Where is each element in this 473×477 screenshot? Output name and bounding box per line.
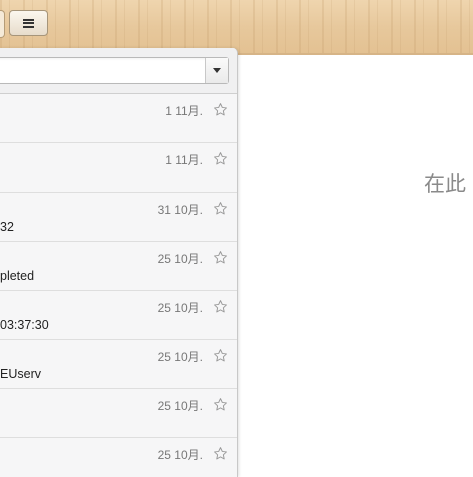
message-list-item[interactable]: 25 10月. EUserv [0,340,237,389]
star-icon[interactable] [213,151,228,166]
message-date: 1 11月. [165,153,203,167]
message-date: 1 11月. [165,104,203,118]
filter-bar [0,48,237,94]
message-date: 25 10月. [157,301,203,315]
message-date: 31 10月. [157,203,203,217]
star-icon[interactable] [213,102,228,117]
dropdown-button[interactable] [205,58,228,83]
folder-select[interactable] [0,57,229,84]
message-subject: 03:37:30 [0,318,49,332]
message-list-item[interactable]: 25 10月. [0,438,237,477]
star-icon[interactable] [213,397,228,412]
message-list-item[interactable]: 1 11月. [0,94,237,143]
message-list-item[interactable]: 25 10月. 03:37:30 [0,291,237,340]
message-list-item[interactable]: 25 10月. [0,389,237,438]
message-subject: 32 [0,220,14,234]
message-list-panel: 1 11月. 1 11月. 31 10月. 32 25 10月. pleted 25 10月… [0,48,238,477]
back-button[interactable] [0,10,5,38]
reading-pane-placeholder: 在此 [424,173,466,196]
wood-header [0,0,473,54]
star-icon[interactable] [213,348,228,363]
message-date: 25 10月. [157,252,203,266]
menu-button[interactable] [9,10,48,36]
message-list-item[interactable]: 1 11月. [0,143,237,193]
message-date: 25 10月. [157,399,203,413]
hamburger-icon [23,18,34,28]
star-icon[interactable] [213,446,228,461]
reading-pane [238,55,473,477]
message-list-item[interactable]: 31 10月. 32 [0,193,237,242]
star-icon[interactable] [213,299,228,314]
message-list-item[interactable]: 25 10月. pleted [0,242,237,291]
message-date: 25 10月. [157,448,203,462]
message-date: 25 10月. [157,350,203,364]
message-subject: pleted [0,269,35,283]
message-list: 1 11月. 1 11月. 31 10月. 32 25 10月. pleted 25 10月… [0,94,237,477]
message-subject: EUserv [0,367,41,381]
chevron-down-icon [213,68,221,73]
star-icon[interactable] [213,201,228,216]
star-icon[interactable] [213,250,228,265]
